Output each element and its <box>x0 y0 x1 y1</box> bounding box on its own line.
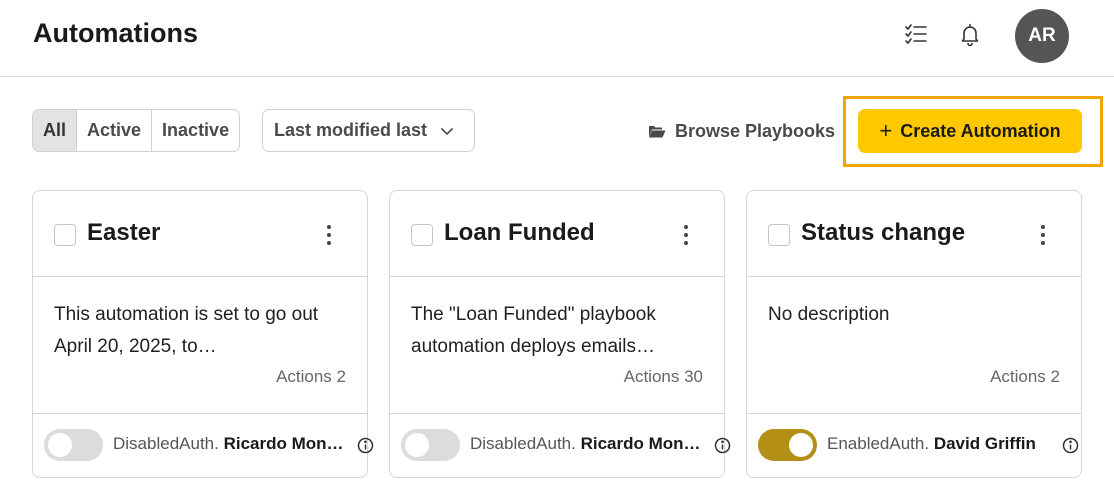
info-icon[interactable] <box>714 437 731 454</box>
card-title: Loan Funded <box>444 219 595 246</box>
card-footer: EnabledAuth. David Griffin <box>747 413 1081 478</box>
card-description: No description <box>768 304 890 325</box>
bell-icon[interactable] <box>958 22 982 46</box>
folder-open-icon <box>648 124 666 139</box>
actions-count: Actions 2 <box>276 367 346 386</box>
card-checkbox[interactable] <box>411 224 433 246</box>
status-label: Disabled <box>470 434 537 453</box>
card-header: Status change <box>747 191 1081 277</box>
automation-card[interactable]: Loan Funded The "Loan Funded" playbook a… <box>389 190 731 478</box>
automation-card[interactable]: Easter This automation is set to go out … <box>32 190 374 478</box>
sort-dropdown[interactable]: Last modified last <box>262 109 475 152</box>
more-options-icon[interactable] <box>325 223 333 247</box>
author-name: David Griffin <box>933 434 1036 453</box>
card-footer-text: DisabledAuth. Ricardo Mon… <box>470 434 710 454</box>
enable-toggle[interactable] <box>401 429 460 461</box>
browse-playbooks-label: Browse Playbooks <box>675 120 836 141</box>
card-checkbox[interactable] <box>768 224 790 246</box>
status-label: Disabled <box>113 434 180 453</box>
card-description: This automation is set to go out April 2… <box>54 304 319 357</box>
create-automation-label: Create Automation <box>900 120 1061 141</box>
author-name: Ricardo Mon… <box>223 434 344 453</box>
info-icon[interactable] <box>357 437 374 454</box>
app-header: Automations AR <box>0 0 1114 77</box>
avatar[interactable]: AR <box>1015 9 1069 63</box>
chevron-down-icon <box>439 123 455 139</box>
more-options-icon[interactable] <box>682 223 690 247</box>
status-label: Enabled <box>827 434 890 453</box>
auth-prefix: Auth. <box>536 434 576 453</box>
card-footer-text: DisabledAuth. Ricardo Mon… <box>113 434 353 454</box>
actions-count: Actions 30 <box>623 367 703 386</box>
card-title: Easter <box>87 219 161 246</box>
info-icon[interactable] <box>1062 437 1079 454</box>
checklist-icon[interactable] <box>904 22 928 46</box>
create-automation-button[interactable]: + Create Automation <box>858 109 1082 153</box>
card-footer: DisabledAuth. Ricardo Mon… <box>390 413 731 478</box>
filter-inactive-button[interactable]: Inactive <box>152 110 240 151</box>
card-footer-text: EnabledAuth. David Griffin <box>827 434 1055 454</box>
auth-prefix: Auth. <box>179 434 219 453</box>
sort-label: Last modified last <box>274 120 428 140</box>
card-footer: DisabledAuth. Ricardo Mon… <box>33 413 374 478</box>
enable-toggle[interactable] <box>44 429 103 461</box>
filter-all-button[interactable]: All <box>33 110 78 151</box>
card-description: The "Loan Funded" playbook automation de… <box>411 304 656 357</box>
card-checkbox[interactable] <box>54 224 76 246</box>
status-filter: All Active Inactive <box>32 109 241 152</box>
page-title: Automations <box>33 18 198 48</box>
enable-toggle[interactable] <box>758 429 817 461</box>
browse-playbooks-button[interactable]: Browse Playbooks <box>648 118 835 144</box>
card-header: Easter <box>33 191 367 277</box>
author-name: Ricardo Mon… <box>580 434 701 453</box>
card-header: Loan Funded <box>390 191 724 277</box>
automation-card[interactable]: Status change No description Actions 2 E… <box>746 190 1082 478</box>
plus-icon: + <box>879 118 893 143</box>
auth-prefix: Auth. <box>889 434 930 453</box>
card-title: Status change <box>801 219 966 246</box>
avatar-initials: AR <box>1028 25 1056 46</box>
filter-active-button[interactable]: Active <box>77 110 153 151</box>
create-automation-highlight: + Create Automation <box>843 96 1103 167</box>
more-options-icon[interactable] <box>1039 223 1047 247</box>
actions-count: Actions 2 <box>990 367 1060 386</box>
